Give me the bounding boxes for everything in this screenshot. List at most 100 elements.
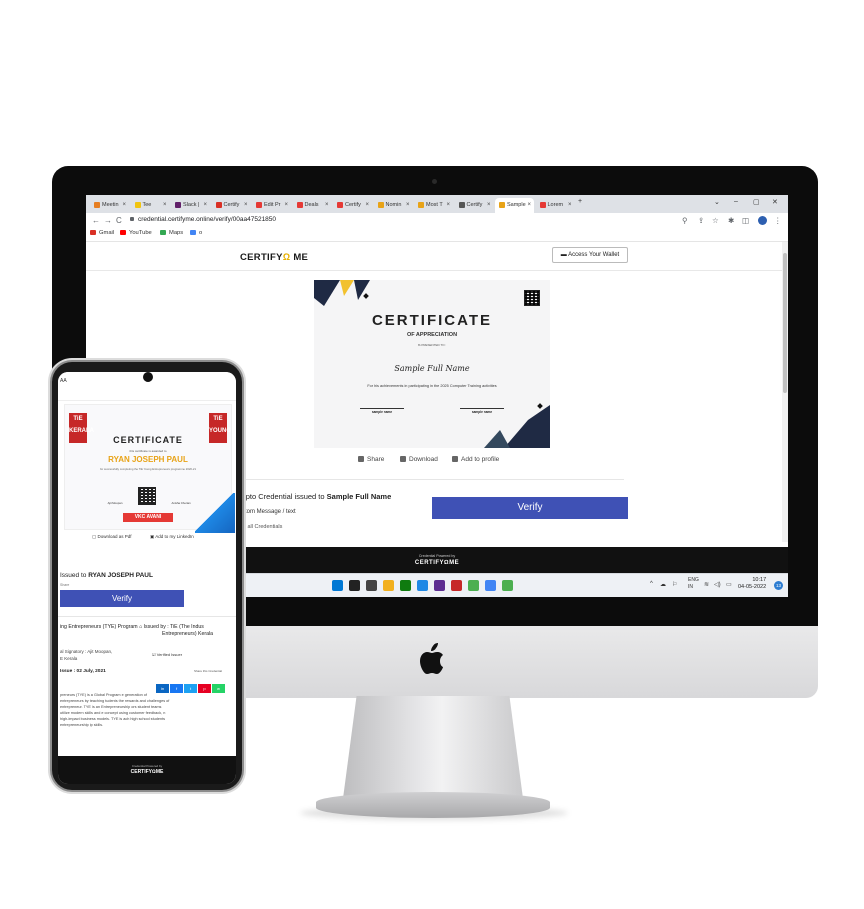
bookmark-item[interactable]: Maps	[160, 230, 183, 236]
bookmark-item[interactable]: o	[190, 230, 202, 236]
front-camera-punch-hole	[143, 372, 153, 382]
browser-toolbar: ← → C credential.certifyme.online/verify…	[86, 213, 788, 229]
browser-tab[interactable]: Certify ×	[212, 198, 251, 213]
signature-left: sample name	[360, 408, 404, 414]
maximize-icon[interactable]: ▢	[753, 198, 760, 206]
share-icon	[358, 456, 364, 463]
new-tab-button[interactable]: +	[578, 198, 582, 205]
forward-icon[interactable]: →	[104, 216, 112, 225]
tab-label: Most T	[426, 202, 443, 208]
minimize-icon[interactable]: –	[734, 198, 738, 205]
tab-favicon-icon	[458, 201, 465, 208]
social-share-icon[interactable]: t	[184, 684, 197, 693]
social-share-icon[interactable]: w	[212, 684, 225, 693]
back-icon[interactable]: ←	[92, 216, 100, 225]
taskbar-app-icon[interactable]	[502, 580, 513, 591]
taskbar-app-icon[interactable]	[468, 580, 479, 591]
taskbar-app-icon[interactable]	[383, 580, 394, 591]
download-button[interactable]: Download	[400, 456, 438, 463]
tray-chevron-icon[interactable]: ^	[650, 581, 653, 587]
reload-icon[interactable]: C	[116, 216, 122, 225]
tab-close-icon[interactable]: ×	[527, 198, 531, 213]
tab-close-icon[interactable]: ×	[487, 198, 491, 213]
share-page-icon[interactable]: ⇪	[698, 216, 704, 225]
volume-icon[interactable]: ◁)	[714, 581, 721, 588]
browser-tab[interactable]: Most T ×	[414, 198, 453, 213]
phone-certificate-image: TiE KERALA TiE YOUNG CERTIFICATE this ce…	[64, 404, 235, 533]
browser-tab[interactable]: Lorem ×	[536, 198, 575, 213]
taskbar-app-icon[interactable]	[417, 580, 428, 591]
extensions-icon[interactable]: ✱	[728, 216, 734, 225]
access-wallet-button[interactable]: ▬ Access Your Wallet	[552, 247, 628, 263]
security-icon[interactable]: ⚐	[672, 581, 677, 588]
bookmark-item[interactable]: Gmail	[90, 230, 114, 236]
taskbar-app-icon[interactable]	[400, 580, 411, 591]
phone-program-info: ing Entrepreneurs (TYE) Program ⌂ Issued…	[60, 624, 214, 637]
share-button[interactable]: Share	[358, 456, 384, 463]
tab-close-icon[interactable]: ×	[568, 198, 572, 213]
browser-tab[interactable]: Tee ×	[131, 198, 170, 213]
zoom-icon[interactable]: ⚲	[682, 216, 688, 225]
reader-aa-icon[interactable]: AA	[60, 378, 67, 384]
sidepanel-icon[interactable]: ◫	[742, 216, 749, 225]
taskbar-app-icon[interactable]	[434, 580, 445, 591]
battery-icon[interactable]: ▭	[726, 581, 732, 588]
language-indicator[interactable]: ENG IN	[688, 577, 699, 591]
tab-close-icon[interactable]: ×	[244, 198, 248, 213]
browser-tab[interactable]: Sample ×	[495, 198, 534, 213]
browser-tab[interactable]: Meetin ×	[90, 198, 129, 213]
cloud-icon[interactable]: ☁	[660, 581, 666, 588]
tab-close-icon[interactable]: ×	[203, 198, 207, 213]
tab-close-icon[interactable]: ×	[163, 198, 167, 213]
browser-tab-strip: Meetin × Tee × Slack | × Certify × Edit Pr × Deals…	[86, 195, 788, 213]
menu-kebab-icon[interactable]: ⋮	[774, 216, 782, 225]
windows-start-icon[interactable]	[332, 580, 343, 591]
bookmark-label: YouTube	[129, 230, 152, 237]
social-share-icon[interactable]: f	[170, 684, 183, 693]
tab-search-icon[interactable]: ⌄	[714, 198, 720, 206]
browser-tab[interactable]: Slack | ×	[171, 198, 210, 213]
add-linkedin-link[interactable]: ▣ Add to my LinkedIn	[150, 534, 194, 540]
browser-tab[interactable]: Nomin ×	[374, 198, 413, 213]
tab-close-icon[interactable]: ×	[325, 198, 329, 213]
browser-tab[interactable]: Certify ×	[333, 198, 372, 213]
phone-footer-powered: Credential Powered by	[131, 764, 163, 768]
tab-close-icon[interactable]: ×	[122, 198, 126, 213]
wifi-icon[interactable]: ≋	[704, 581, 709, 588]
tab-close-icon[interactable]: ×	[406, 198, 410, 213]
add-to-profile-button[interactable]: Add to profile	[452, 456, 499, 463]
tab-close-icon[interactable]: ×	[284, 198, 288, 213]
browser-tab[interactable]: Certify ×	[455, 198, 494, 213]
site-header: CERTIFYΩ ME ▬ Access Your Wallet	[86, 242, 782, 271]
tab-favicon-icon	[418, 201, 424, 208]
bookmark-icon	[190, 230, 196, 235]
linkedin-icon	[452, 456, 458, 463]
phone-presented-text: this certificate is awarded to	[129, 449, 167, 453]
system-clock[interactable]: 10:17 04-05-2022	[738, 577, 766, 591]
taskbar-app-icon[interactable]	[349, 580, 360, 591]
download-icon	[400, 456, 406, 463]
bookmark-item[interactable]: YouTube	[120, 230, 152, 236]
taskbar-app-icon[interactable]	[366, 580, 377, 591]
social-share-icon[interactable]: p	[198, 684, 211, 693]
bookmark-label: Maps	[169, 230, 184, 237]
verify-button[interactable]: Verify	[432, 497, 628, 519]
browser-tab[interactable]: Edit Pr ×	[252, 198, 291, 213]
bookmark-star-icon[interactable]: ☆	[712, 216, 719, 225]
address-bar[interactable]: credential.certifyme.online/verify/00aa4…	[130, 216, 276, 223]
notification-badge[interactable]: 13	[774, 581, 783, 590]
view-all-credentials-link[interactable]: w all Credentials	[242, 524, 282, 530]
download-pdf-link[interactable]: ▢ Download as Pdf	[92, 534, 132, 540]
certifyme-logo[interactable]: CERTIFYΩ ME	[240, 252, 308, 263]
imac-stand-neck	[342, 696, 524, 806]
close-window-icon[interactable]: ✕	[772, 198, 778, 206]
phone-certificate-body: for successfully completing the TiE Youn…	[99, 467, 197, 471]
tab-close-icon[interactable]: ×	[365, 198, 369, 213]
page-scrollbar-thumb[interactable]	[783, 253, 787, 393]
tab-close-icon[interactable]: ×	[446, 198, 450, 213]
profile-avatar[interactable]	[758, 216, 767, 225]
taskbar-app-icon[interactable]	[485, 580, 496, 591]
taskbar-app-icon[interactable]	[451, 580, 462, 591]
browser-tab[interactable]: Deals ×	[293, 198, 332, 213]
phone-verify-button[interactable]: Verify	[60, 590, 184, 607]
